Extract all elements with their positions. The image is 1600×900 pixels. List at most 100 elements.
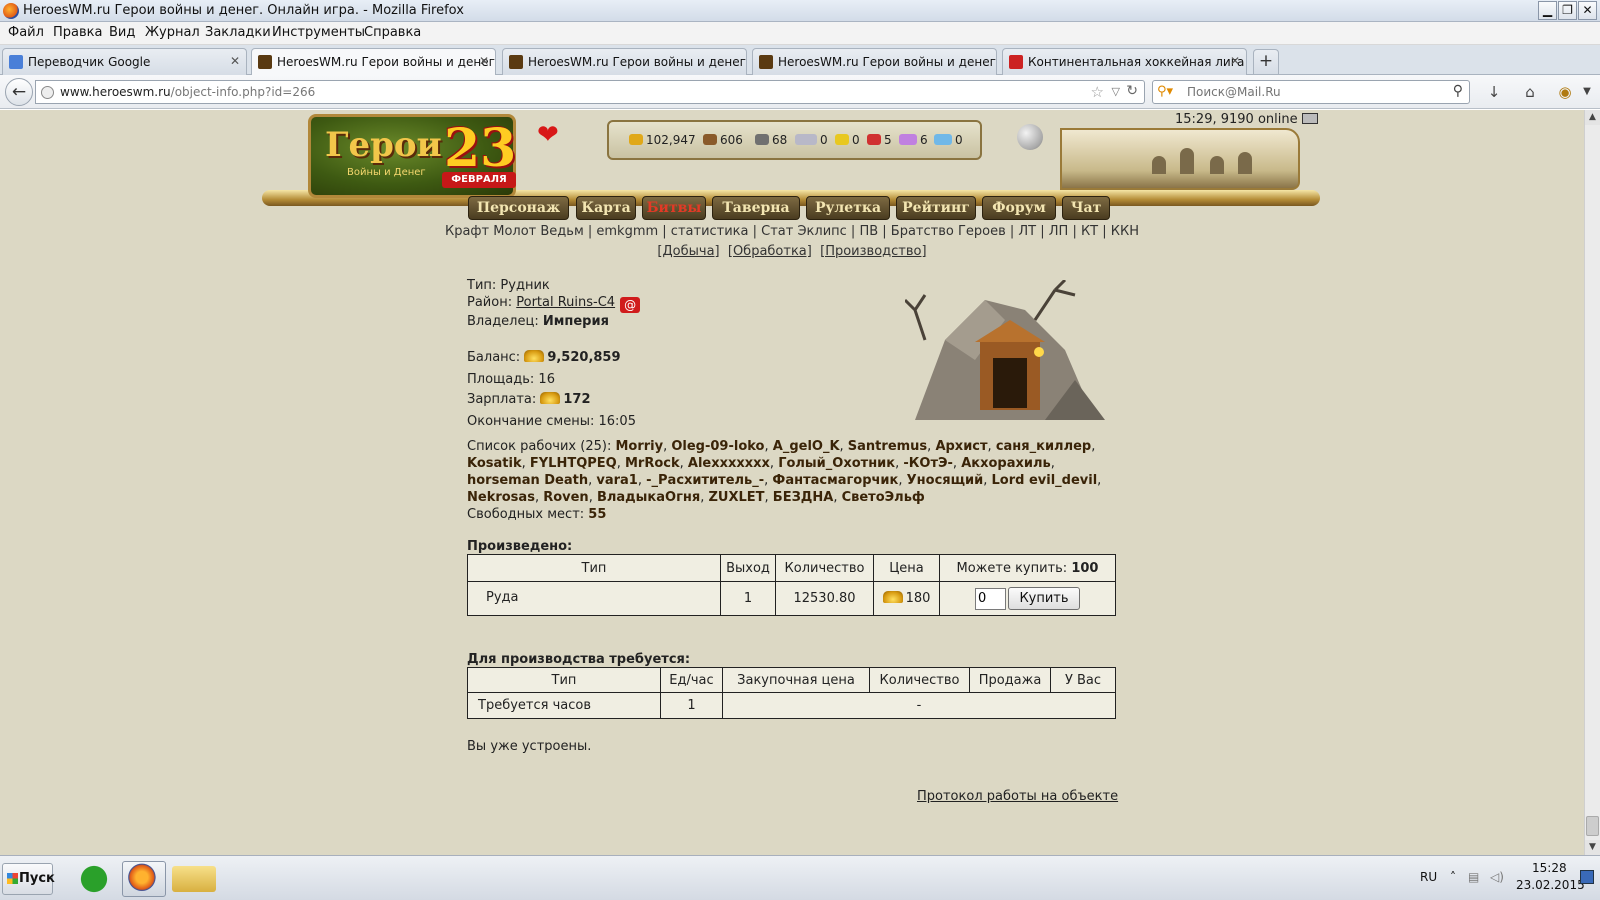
tab-google-translate[interactable]: Переводчик Google ✕ <box>2 48 247 75</box>
worker-link[interactable]: horseman Death <box>467 473 588 488</box>
worker-link[interactable]: Nekrosas <box>467 490 535 505</box>
district-link[interactable]: Portal Ruins-C4 <box>516 295 615 310</box>
menu-dropdown-icon[interactable]: ▼ <box>1576 81 1598 103</box>
reload-icon[interactable]: ↻ <box>1126 83 1138 99</box>
nav-tavern[interactable]: Таверна <box>712 196 800 220</box>
worker-link[interactable]: -КОтЭ- <box>903 456 953 471</box>
url-dropdown-icon[interactable]: ▽ <box>1112 85 1120 98</box>
tab-close-icon[interactable]: ✕ <box>479 54 489 68</box>
tab-heroeswm-3[interactable]: HeroesWM.ru Герои войны и денег. ... <box>752 48 997 75</box>
back-button[interactable]: ← <box>5 78 33 106</box>
nav-character[interactable]: Персонаж <box>468 196 569 220</box>
nav-forum[interactable]: Форум <box>982 196 1056 220</box>
col-type: Тип <box>467 667 661 693</box>
col-sale: Продажа <box>969 667 1051 693</box>
worker-link[interactable]: MrRock <box>625 456 680 471</box>
link-extraction[interactable]: [Добыча] <box>657 244 719 259</box>
tab-heroeswm-2[interactable]: HeroesWM.ru Герои войны и денег. ... <box>502 48 747 75</box>
buy-quantity-input[interactable] <box>975 587 1006 610</box>
clock-time[interactable]: 15:28 <box>1532 861 1567 875</box>
tray-expand-icon[interactable]: ˄ <box>1450 870 1456 884</box>
worker-link[interactable]: Уносящий <box>907 473 984 488</box>
search-engine-icon[interactable]: ⚲▾ <box>1157 84 1173 99</box>
menu-help[interactable]: Справка <box>364 25 421 40</box>
worker-link[interactable]: Акхорахиль <box>961 456 1051 471</box>
utorrent-icon[interactable] <box>72 861 116 897</box>
worker-link[interactable]: ВладыкаОгня <box>597 490 700 505</box>
menu-tools[interactable]: Инструменты <box>272 25 365 40</box>
url-bar[interactable]: www.heroeswm.ru/object-info.php?id=266 ☆… <box>35 80 1145 104</box>
heart-icon[interactable]: ❤ <box>537 120 559 150</box>
nav-map[interactable]: Карта <box>576 196 636 220</box>
clan-links[interactable]: Крафт Молот Ведьм | emkgmm | статистика … <box>0 224 1584 239</box>
menu-file[interactable]: Файл <box>8 25 44 40</box>
menu-history[interactable]: Журнал <box>145 25 200 40</box>
buy-button[interactable]: Купить <box>1008 587 1080 610</box>
start-button[interactable]: Пуск <box>2 863 55 895</box>
menu-bookmarks[interactable]: Закладки <box>205 25 271 40</box>
firefox-taskbar-icon[interactable] <box>122 861 166 897</box>
vertical-scrollbar[interactable]: ▲ ▼ <box>1584 110 1600 855</box>
search-bar[interactable]: ⚲▾ ⚲ <box>1152 80 1470 104</box>
object-protocol-link[interactable]: Протокол работы на объекте <box>917 789 1118 804</box>
khl-favicon-icon <box>1009 55 1023 69</box>
home-icon[interactable]: ⌂ <box>1519 81 1541 103</box>
tab-label: Континентальная хоккейная лига : ... <box>1028 55 1247 69</box>
nav-battles[interactable]: Битвы <box>642 196 706 220</box>
minimize-button[interactable]: ▁ <box>1538 1 1557 20</box>
worker-link[interactable]: Alexxxxxxx <box>688 456 770 471</box>
worker-link[interactable]: Oleg-09-loko <box>671 439 764 454</box>
search-input[interactable] <box>1187 83 1437 101</box>
worker-link[interactable]: Lord evil_devil <box>991 473 1097 488</box>
mail-icon[interactable] <box>1301 113 1318 124</box>
maximize-button[interactable]: ❐ <box>1558 1 1577 20</box>
link-manufacturing[interactable]: [Производство] <box>820 244 926 259</box>
diamonds-icon <box>934 134 952 145</box>
nav-rating[interactable]: Рейтинг <box>896 196 976 220</box>
close-window-button[interactable]: ✕ <box>1578 1 1597 20</box>
mercury-icon <box>795 134 817 145</box>
tab-close-icon[interactable]: ✕ <box>230 54 240 68</box>
tab-close-icon[interactable]: ✕ <box>1230 54 1240 68</box>
worker-link[interactable]: A_gelO_K <box>773 439 840 454</box>
worker-link[interactable]: БЕЗДНА <box>773 490 834 505</box>
url-text[interactable]: www.heroeswm.ru/object-info.php?id=266 <box>60 85 315 99</box>
worker-link[interactable]: саня_киллер <box>996 439 1091 454</box>
scroll-thumb[interactable] <box>1586 816 1599 836</box>
tab-heroeswm-active[interactable]: HeroesWM.ru Герои войны и денег. ... ✕ <box>251 48 496 76</box>
scroll-up-icon[interactable]: ▲ <box>1585 110 1600 125</box>
worker-link[interactable]: Kosatik <box>467 456 522 471</box>
addon-owl-icon[interactable]: ◉ <box>1554 81 1576 103</box>
worker-link[interactable]: Santremus <box>848 439 927 454</box>
gold-icon <box>629 134 643 145</box>
nav-roulette[interactable]: Рулетка <box>806 196 890 220</box>
network-icon[interactable]: ▤ <box>1468 870 1479 884</box>
folder-icon[interactable] <box>172 866 216 892</box>
link-processing[interactable]: [Обработка] <box>728 244 812 259</box>
language-indicator[interactable]: RU <box>1420 870 1437 884</box>
new-tab-button[interactable]: + <box>1253 49 1279 74</box>
tab-khl[interactable]: Континентальная хоккейная лига : ... ✕ <box>1002 48 1247 75</box>
search-icon[interactable]: ⚲ <box>1453 83 1463 99</box>
nav-chat[interactable]: Чат <box>1062 196 1110 220</box>
bomb-icon[interactable] <box>1017 124 1043 150</box>
clock-date[interactable]: 23.02.2015 <box>1516 878 1585 892</box>
worker-link[interactable]: vara1 <box>596 473 637 488</box>
download-icon[interactable]: ↓ <box>1483 81 1505 103</box>
worker-link[interactable]: СветоЭльф <box>842 490 925 505</box>
email-icon[interactable]: @ <box>620 297 641 313</box>
worker-link[interactable]: ZUXLET <box>708 490 764 505</box>
worker-link[interactable]: -_Расхититель_- <box>646 473 764 488</box>
scroll-down-icon[interactable]: ▼ <box>1585 840 1600 855</box>
worker-link[interactable]: Архист <box>935 439 987 454</box>
worker-link[interactable]: Голый_Охотник <box>778 456 895 471</box>
show-desktop-icon[interactable] <box>1580 870 1594 884</box>
worker-link[interactable]: FYLHTQPEQ <box>530 456 617 471</box>
bookmark-star-icon[interactable]: ☆ <box>1091 83 1104 101</box>
menu-edit[interactable]: Правка <box>53 25 102 40</box>
worker-link[interactable]: Roven <box>543 490 589 505</box>
worker-link[interactable]: Morriy <box>615 439 663 454</box>
menu-view[interactable]: Вид <box>109 25 135 40</box>
worker-link[interactable]: Фантасмагорчик <box>772 473 898 488</box>
volume-icon[interactable]: ◁) <box>1490 870 1504 884</box>
